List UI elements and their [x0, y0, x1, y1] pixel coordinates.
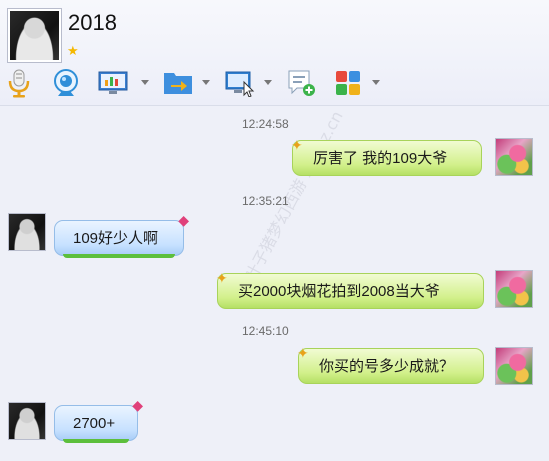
- remote-desktop-icon[interactable]: [225, 68, 255, 98]
- message-text: 厉害了 我的109大爷: [313, 150, 448, 167]
- kite-icon: ◆: [132, 397, 143, 413]
- message-bubble[interactable]: 2700+ ◆: [54, 398, 143, 443]
- apps-menu-caret[interactable]: [372, 80, 380, 85]
- message-timestamp: 12:24:58: [242, 117, 289, 131]
- message-text: 买2000块烟花拍到2008当大爷: [238, 283, 440, 300]
- message-bubble[interactable]: ✦ 你买的号多少成就？: [297, 345, 484, 384]
- message-bubble[interactable]: ✦ 买2000块烟花拍到2008当大爷: [216, 270, 484, 309]
- chat-header: 2018 ★: [0, 0, 549, 106]
- contact-message-avatar[interactable]: [8, 402, 46, 440]
- kite-icon: ◆: [178, 212, 189, 228]
- bird-icon: ✦: [216, 270, 228, 286]
- contact-message-avatar[interactable]: [8, 213, 46, 251]
- scrollbar[interactable]: [543, 107, 549, 147]
- send-file-menu-caret[interactable]: [202, 80, 210, 85]
- screen-share-icon[interactable]: [98, 68, 128, 98]
- message-text: 2700+: [73, 415, 116, 432]
- remote-desktop-menu-caret[interactable]: [264, 80, 272, 85]
- apps-icon[interactable]: [333, 68, 363, 98]
- microphone-icon[interactable]: [4, 68, 34, 98]
- message-timestamp: 12:45:10: [242, 324, 289, 338]
- self-avatar[interactable]: [495, 138, 533, 176]
- bird-icon: ✦: [291, 137, 303, 153]
- message-timestamp: 12:35:21: [242, 194, 289, 208]
- webcam-icon[interactable]: [51, 68, 81, 98]
- contact-avatar[interactable]: [8, 9, 61, 62]
- message-text: 109好少人啊: [73, 230, 159, 247]
- star-icon[interactable]: ★: [67, 45, 81, 59]
- send-file-icon[interactable]: [163, 68, 193, 98]
- message-text: 你买的号多少成就？: [319, 358, 455, 375]
- screen-share-menu-caret[interactable]: [141, 80, 149, 85]
- self-avatar[interactable]: [495, 347, 533, 385]
- message-area[interactable]: 叶子猪梦幻西游 xy.yzz.cn 12:24:58 ✦ 厉害了 我的109大爷…: [0, 107, 549, 461]
- message-bubble[interactable]: ✦ 厉害了 我的109大爷: [291, 137, 482, 176]
- create-discussion-icon[interactable]: [286, 68, 316, 98]
- bird-icon: ✦: [297, 345, 309, 361]
- self-avatar[interactable]: [495, 270, 533, 308]
- toolbar: [0, 62, 549, 102]
- message-bubble[interactable]: 109好少人啊 ◆: [54, 213, 189, 258]
- contact-name[interactable]: 2018: [68, 10, 117, 36]
